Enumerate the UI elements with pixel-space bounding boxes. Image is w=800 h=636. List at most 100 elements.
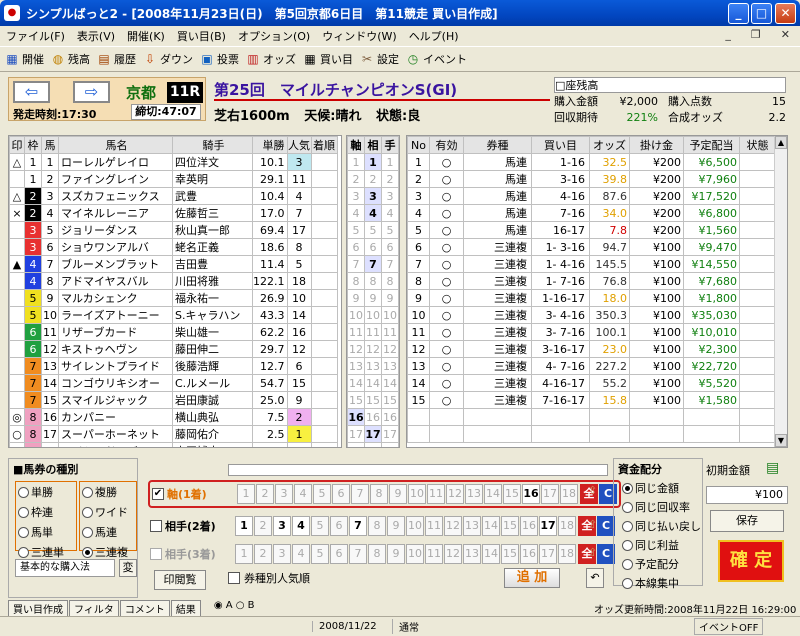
horse-number-toggle[interactable]: 7 <box>349 516 367 536</box>
toolbar-event-button[interactable]: ◷ イベント <box>405 51 467 67</box>
menu-view[interactable]: 表示(V) <box>71 28 121 44</box>
pick-cell[interactable]: 12 <box>347 340 365 358</box>
horse-number-toggle[interactable]: 8 <box>368 544 386 564</box>
toolbar-odds-button[interactable]: ▥ オッズ <box>245 51 296 67</box>
bettype-trio[interactable]: 三連複 <box>82 544 134 560</box>
horse-number-toggle[interactable]: 9 <box>389 484 407 504</box>
bettype-quinella[interactable]: 馬連 <box>82 524 134 540</box>
horse-number-toggle[interactable]: 15 <box>501 516 519 536</box>
pick-cell[interactable]: 14 <box>381 374 399 392</box>
horse-mark[interactable] <box>9 289 25 307</box>
row1-up-icon[interactable]: ⇧ <box>588 484 602 500</box>
bettype-wide[interactable]: ワイド <box>82 504 134 520</box>
undo-button[interactable]: ↶ <box>586 568 604 588</box>
pick-cell[interactable]: 8 <box>381 272 399 290</box>
header-jockey[interactable]: 騎手 <box>172 136 253 154</box>
pick-cell[interactable]: 16 <box>347 408 365 426</box>
bettype-win[interactable]: 単勝 <box>18 484 74 500</box>
bet-valid[interactable]: ○ <box>429 357 464 375</box>
tab-create-bets[interactable]: 買い目作成 <box>8 600 68 616</box>
bet-valid[interactable]: ○ <box>429 323 464 341</box>
horse-row[interactable]: △ 1 1 ローレルゲレイロ 四位洋文 10.1 3 <box>9 153 338 171</box>
horse-mark[interactable] <box>9 221 25 239</box>
bet-row[interactable]: 12 ○ 三連複 3-16-17 23.0 ¥100 ¥2,300 <box>407 340 776 358</box>
horse-number-toggle[interactable]: 1 <box>235 544 253 564</box>
bet-stake[interactable]: ¥100 <box>629 255 684 273</box>
horse-number-toggle[interactable]: 11 <box>427 484 445 504</box>
horse-number-toggle[interactable]: 10 <box>408 484 426 504</box>
horse-number-toggle[interactable]: 14 <box>484 484 502 504</box>
horse-row[interactable]: 1 2 ファイングレイン 幸英明 29.1 11 <box>9 170 338 188</box>
horse-mark[interactable] <box>9 306 25 324</box>
header-horse-name[interactable]: 馬名 <box>58 136 173 154</box>
menu-bets[interactable]: 買い目(B) <box>171 28 232 44</box>
horse-number-toggle[interactable]: 3 <box>273 516 291 536</box>
horse-mark[interactable] <box>9 340 25 358</box>
pick-cell[interactable]: 13 <box>347 357 365 375</box>
bet-stake[interactable]: ¥100 <box>629 340 684 358</box>
pick-cell[interactable]: 10 <box>347 306 365 324</box>
pick-cell[interactable]: 10 <box>364 306 382 324</box>
horse-number-toggle[interactable]: 4 <box>294 484 312 504</box>
bettype-trifecta[interactable]: 三連単 <box>18 544 74 560</box>
horse-row[interactable]: ▲ 4 7 ブルーメンブラット 吉田豊 11.4 5 <box>9 255 338 273</box>
header-win-odds[interactable]: 単勝 <box>252 136 288 154</box>
horse-number-toggle[interactable]: 5 <box>311 544 329 564</box>
bet-row[interactable]: 11 ○ 三連複 3- 7-16 100.1 ¥100 ¥10,010 <box>407 323 776 341</box>
menu-window[interactable]: ウィンドウ(W) <box>316 28 402 44</box>
maximize-button[interactable]: □ <box>751 3 772 24</box>
pick-cell[interactable]: 17 <box>381 425 399 443</box>
horse-mark[interactable] <box>9 272 25 290</box>
horse-mark[interactable] <box>9 391 25 409</box>
horse-number-toggle[interactable]: 16 <box>520 544 538 564</box>
horse-number-toggle[interactable]: 15 <box>503 484 521 504</box>
header-no[interactable]: No <box>407 136 430 154</box>
horse-number-toggle[interactable]: 11 <box>425 516 443 536</box>
horse-number-toggle[interactable]: 16 <box>520 516 538 536</box>
toolbar-balance-button[interactable]: ◍ 残高 <box>50 51 90 67</box>
horse-number-toggle[interactable]: 5 <box>313 484 331 504</box>
horse-row[interactable]: 7 13 サイレントプライド 後藤浩輝 12.7 6 <box>9 357 338 375</box>
horse-number-toggle[interactable]: 13 <box>465 484 483 504</box>
pick-cell[interactable]: 1 <box>364 153 382 171</box>
horse-row[interactable]: 4 8 アドマイヤスバル 川田将雅 122.1 18 <box>9 272 338 290</box>
header-bet-type[interactable]: 券種 <box>463 136 532 154</box>
pick-cell[interactable]: 4 <box>381 204 399 222</box>
pick-cell[interactable]: 2 <box>347 170 365 188</box>
bet-stake[interactable]: ¥200 <box>629 221 684 239</box>
horse-row[interactable]: ○ 8 17 スーパーホーネット 藤岡佑介 2.5 1 <box>9 425 338 443</box>
header-combination[interactable]: 買い目 <box>531 136 590 154</box>
pick-cell[interactable]: 15 <box>347 391 365 409</box>
third-place-checkbox[interactable] <box>150 548 162 560</box>
bet-stake[interactable]: ¥100 <box>629 306 684 324</box>
bet-valid[interactable]: ○ <box>429 340 464 358</box>
bet-valid[interactable]: ○ <box>429 204 464 222</box>
purchase-method-field[interactable]: 基本的な購入法 <box>15 559 115 577</box>
bet-valid[interactable]: ○ <box>429 187 464 205</box>
bet-row[interactable]: 9 ○ 三連複 1-16-17 18.0 ¥100 ¥1,800 <box>407 289 776 307</box>
pick-cell[interactable]: 11 <box>381 323 399 341</box>
pick-cell[interactable]: 3 <box>347 187 365 205</box>
header-mark[interactable]: 印 <box>9 136 25 154</box>
horse-row[interactable]: × 2 4 マイネルレーニア 佐藤哲三 17.0 7 <box>9 204 338 222</box>
pick-cell[interactable]: 12 <box>381 340 399 358</box>
fund-same-profit[interactable]: 同じ利益 <box>622 537 702 553</box>
fund-planned[interactable]: 予定配分 <box>622 556 702 572</box>
horse-number-toggle[interactable]: 9 <box>387 544 405 564</box>
horse-number-toggle[interactable]: 13 <box>463 516 481 536</box>
pick-cell[interactable]: 6 <box>347 238 365 256</box>
horse-mark[interactable] <box>9 238 25 256</box>
horse-number-toggle[interactable]: 11 <box>425 544 443 564</box>
menu-file[interactable]: ファイル(F) <box>0 28 71 44</box>
tab-result[interactable]: 結果 <box>170 600 201 616</box>
pick-cell[interactable]: 17 <box>347 425 365 443</box>
pick-cell[interactable]: 9 <box>364 289 382 307</box>
horse-number-toggle[interactable]: 8 <box>370 484 388 504</box>
horse-number-toggle[interactable]: 2 <box>254 516 272 536</box>
horse-mark[interactable] <box>9 357 25 375</box>
bet-valid[interactable]: ○ <box>429 221 464 239</box>
bet-row[interactable]: 15 ○ 三連複 7-16-17 15.8 ¥100 ¥1,580 <box>407 391 776 409</box>
horse-mark[interactable]: ○ <box>9 425 25 443</box>
tab-ab-toggle[interactable]: ◉ A ○ B <box>210 600 259 616</box>
pick-cell[interactable]: 4 <box>364 204 382 222</box>
